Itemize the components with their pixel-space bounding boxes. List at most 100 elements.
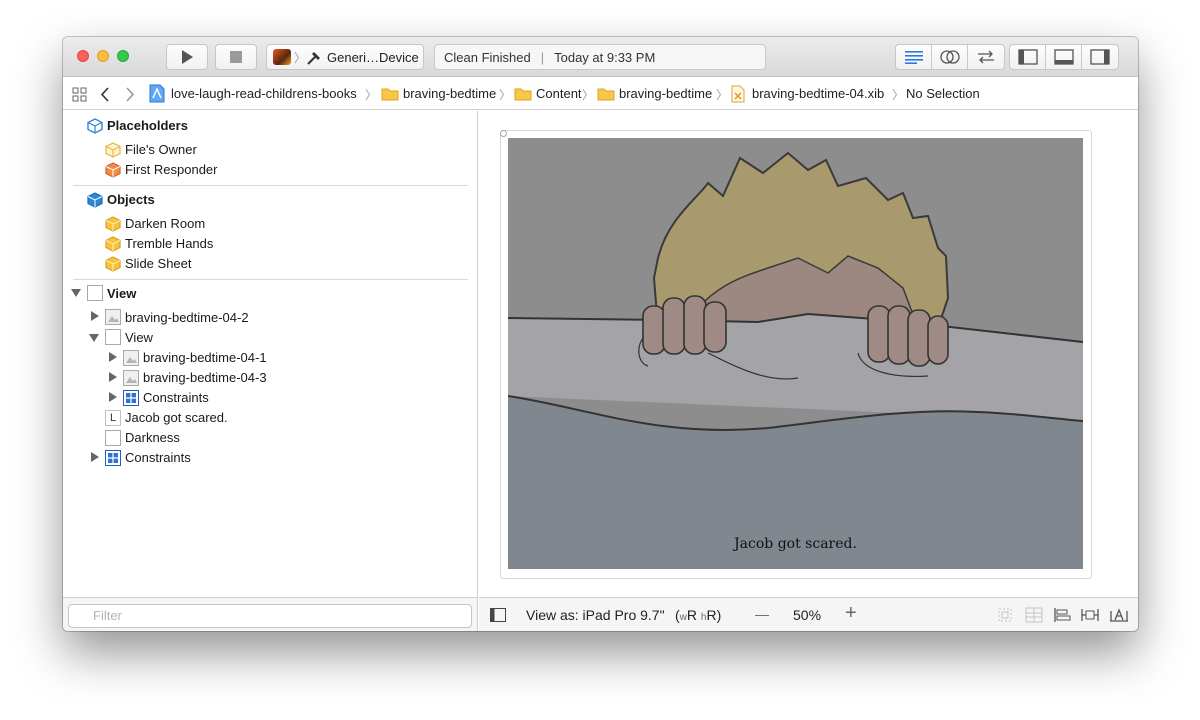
section-objects: Objects	[107, 192, 155, 207]
filter-input[interactable]: Filter	[68, 604, 472, 628]
scheme-label: Generi…Device	[327, 50, 419, 65]
first-responder-cube-icon	[105, 162, 121, 178]
files-owner-cube-icon	[105, 142, 121, 158]
close-window-button[interactable]	[77, 50, 89, 62]
toggle-outline-icon[interactable]	[490, 608, 506, 622]
outline-item-root-view[interactable]: View	[107, 285, 136, 303]
image-view-icon	[123, 350, 139, 366]
view-as-label[interactable]: View as: iPad Pro 9.7"	[526, 607, 665, 623]
resolve-auto-layout-icon[interactable]	[1109, 607, 1129, 623]
zoom-out-button[interactable]: —	[755, 606, 769, 622]
forward-arrow-icon[interactable]	[125, 87, 135, 102]
xib-file-icon	[731, 85, 745, 103]
project-file-icon	[149, 84, 165, 103]
image-view-icon	[123, 370, 139, 386]
version-editor-button[interactable]	[968, 45, 1004, 69]
outline-item-image-view[interactable]: braving-bedtime-04-2	[125, 309, 249, 327]
section-placeholders: Placeholders	[107, 118, 188, 133]
folder-icon	[597, 88, 615, 101]
outline-item-darkness[interactable]: Darkness	[125, 429, 180, 447]
outline-item-image-view[interactable]: braving-bedtime-04-3	[143, 369, 267, 387]
document-outline: Placeholders File's Owner First Responde…	[63, 111, 478, 631]
scene-view[interactable]	[508, 138, 1083, 569]
disclosure-collapsed-icon[interactable]	[108, 392, 118, 402]
object-cube-icon	[105, 236, 121, 252]
activity-status: Clean Finished | Today at 9:33 PM	[434, 44, 766, 70]
crumb-selection[interactable]: No Selection	[906, 86, 980, 101]
crumb-group-2[interactable]: Content	[536, 86, 582, 101]
size-class-label[interactable]: (wR hR)	[675, 607, 721, 623]
debug-area-toggle-button[interactable]	[1046, 45, 1082, 69]
related-items-grid-icon[interactable]	[72, 87, 87, 102]
disclosure-collapsed-icon[interactable]	[108, 352, 118, 362]
section-divider	[73, 279, 468, 280]
folder-icon	[381, 88, 399, 101]
outline-item-constraints[interactable]: Constraints	[143, 389, 209, 407]
pin-icon[interactable]	[1081, 607, 1099, 623]
disclosure-expanded-icon[interactable]	[89, 333, 99, 343]
placeholder-cube-icon	[87, 118, 103, 134]
outline-item-constraints[interactable]: Constraints	[125, 449, 191, 467]
constraints-icon	[105, 450, 121, 466]
objects-cube-icon	[87, 192, 103, 208]
outline-item-files-owner[interactable]: File's Owner	[125, 141, 197, 159]
crumb-project[interactable]: love-laugh-read-childrens-books	[171, 86, 357, 101]
crumb-file[interactable]: braving-bedtime-04.xib	[752, 86, 884, 101]
outline-item-label[interactable]: Jacob got scared.	[125, 409, 228, 427]
outline-item-darken-room[interactable]: Darken Room	[125, 215, 205, 233]
standard-editor-button[interactable]	[896, 45, 932, 69]
scene-handle[interactable]	[500, 130, 507, 137]
size-class-w-value: R	[686, 607, 698, 623]
scene-caption-label[interactable]: Jacob got scared.	[508, 536, 1083, 552]
outline-filter-bar: Filter	[63, 597, 478, 631]
view-icon	[105, 329, 121, 345]
constraints-icon	[123, 390, 139, 406]
zoom-in-button[interactable]: +	[845, 602, 857, 625]
chevron-right-icon: 〉	[716, 88, 729, 102]
assistant-editor-button[interactable]	[932, 45, 968, 69]
stop-icon	[230, 51, 242, 63]
disclosure-collapsed-icon[interactable]	[90, 452, 100, 462]
jump-bar: love-laugh-read-childrens-books 〉 bravin…	[63, 77, 1138, 110]
bottom-panel-icon	[1053, 49, 1074, 65]
folder-icon	[514, 88, 532, 101]
update-frames-icon[interactable]	[997, 607, 1013, 623]
object-cube-icon	[105, 256, 121, 272]
outline-item-image-view[interactable]: braving-bedtime-04-1	[143, 349, 267, 367]
stop-button[interactable]	[215, 44, 257, 70]
image-view-icon	[105, 309, 121, 325]
align-icon[interactable]	[1053, 607, 1071, 623]
minimize-window-button[interactable]	[97, 50, 109, 62]
object-cube-icon	[105, 216, 121, 232]
outline-item-slide-sheet[interactable]: Slide Sheet	[125, 255, 192, 273]
back-arrow-icon[interactable]	[100, 87, 110, 102]
section-divider	[73, 185, 468, 186]
disclosure-collapsed-icon[interactable]	[90, 311, 100, 321]
play-icon	[182, 50, 193, 64]
size-class-w-label: w	[679, 612, 687, 623]
disclosure-expanded-icon[interactable]	[71, 288, 81, 298]
zoom-level: 50%	[793, 607, 822, 623]
outline-item-tremble-hands[interactable]: Tremble Hands	[125, 235, 213, 253]
view-icon	[105, 430, 121, 446]
interface-builder-canvas: Jacob got scared.	[479, 111, 1138, 597]
hammer-icon	[307, 52, 320, 65]
outline-item-subview[interactable]: View	[125, 329, 153, 347]
scheme-selector[interactable]: 〉 Generi…Device	[266, 44, 424, 70]
status-message: Clean Finished	[444, 49, 531, 65]
disclosure-collapsed-icon[interactable]	[108, 372, 118, 382]
chevron-right-icon: 〉	[582, 88, 595, 102]
canvas-bottom-bar: View as: iPad Pro 9.7" (wR hR) — 50% +	[479, 597, 1138, 631]
zoom-window-button[interactable]	[117, 50, 129, 62]
crumb-group-3[interactable]: braving-bedtime	[619, 86, 712, 101]
navigator-toggle-button[interactable]	[1010, 45, 1046, 69]
run-button[interactable]	[166, 44, 208, 70]
crumb-group-1[interactable]: braving-bedtime	[403, 86, 496, 101]
chevron-right-icon: 〉	[365, 88, 378, 102]
outline-item-first-responder[interactable]: First Responder	[125, 161, 217, 179]
embed-in-stack-icon[interactable]	[1025, 607, 1043, 623]
size-class-h-value: R	[706, 607, 717, 623]
utilities-toggle-button[interactable]	[1082, 45, 1118, 69]
chevron-right-icon: 〉	[294, 51, 307, 65]
xcode-window: 〉 Generi…Device Clean Finished | Today a…	[63, 37, 1138, 631]
